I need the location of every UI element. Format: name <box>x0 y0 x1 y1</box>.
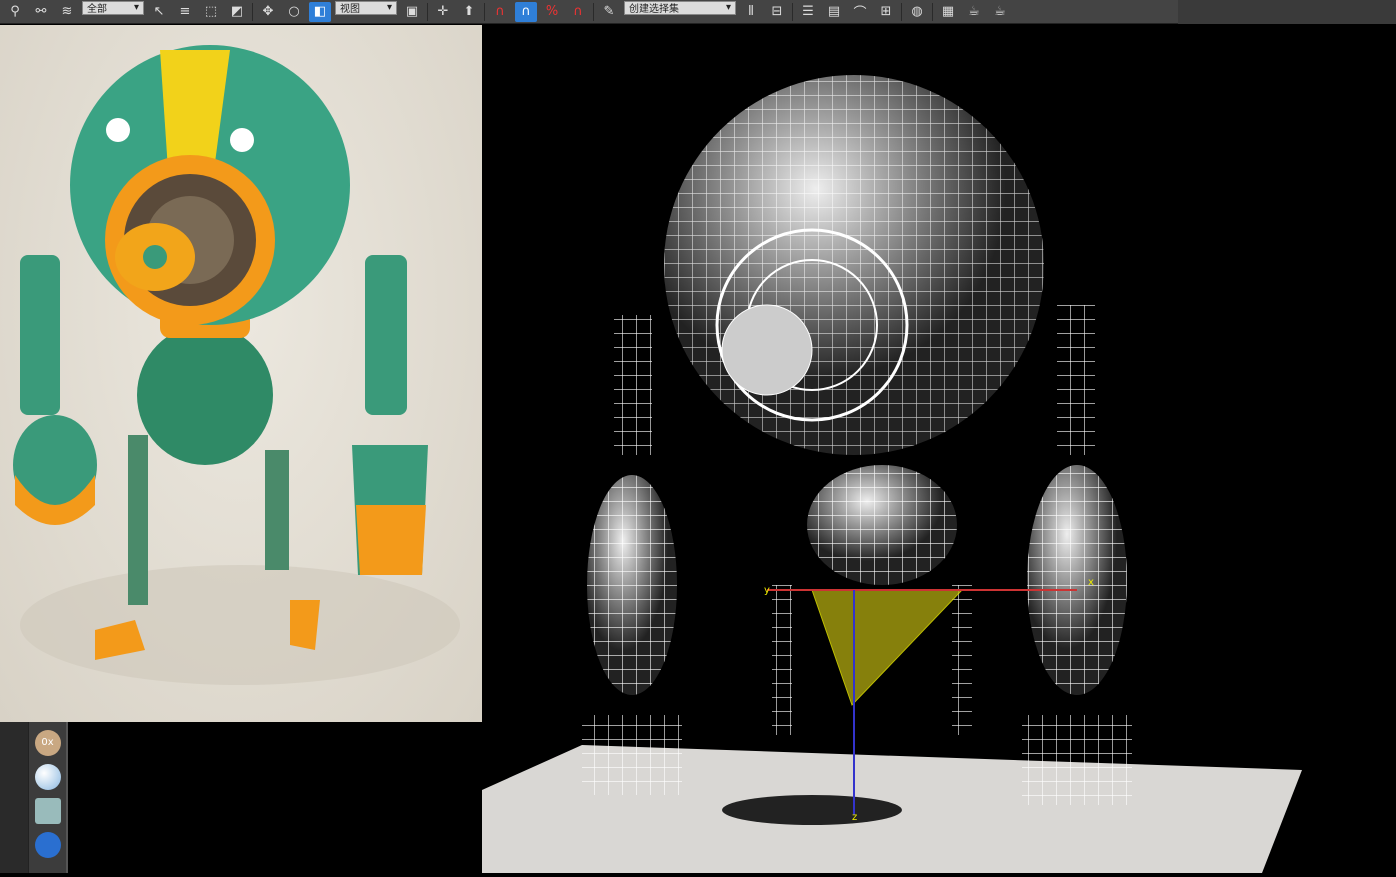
scene-explorer-icon[interactable]: ▤ <box>823 2 845 22</box>
scale-icon[interactable]: ◧ <box>309 1 331 22</box>
link-icon[interactable]: ⚲ <box>4 2 26 22</box>
curve-editor-icon[interactable]: ⌒ <box>849 2 871 22</box>
left-panel <box>0 722 28 873</box>
toolbar-empty-area <box>1178 0 1396 24</box>
divider <box>901 2 902 21</box>
align-icon[interactable]: ⊟ <box>766 2 788 22</box>
side-tool-panel: 0x <box>28 722 68 873</box>
main-toolbar: ⚲ ⚯ ≋ 全部 ▾ ↖ ≡ ⬚ ◩ ✥ ○ ◧ 视图 ▾ ▣ ✛ ⬆ ∩ ∩ % … <box>0 0 1178 24</box>
rendered-frame-icon[interactable]: ☕ <box>963 2 985 22</box>
unlink-icon[interactable]: ⚯ <box>30 2 52 22</box>
divider <box>427 2 428 21</box>
move-icon[interactable]: ✥ <box>257 2 279 22</box>
snap-3-icon[interactable]: ∩ <box>489 2 511 22</box>
spinner-snap-icon[interactable]: ∩ <box>567 2 589 22</box>
named-selection-dropdown[interactable]: 创建选择集 ▾ <box>624 0 736 15</box>
rotate-icon[interactable]: ○ <box>283 2 305 22</box>
render-icon[interactable]: ☕ <box>989 2 1011 22</box>
select-icon[interactable]: ↖ <box>148 2 170 22</box>
pivot-icon[interactable]: ▣ <box>401 2 423 22</box>
named-selection-value: 创建选择集 <box>629 4 679 15</box>
rect-select-icon[interactable]: ⬚ <box>200 2 222 22</box>
chevron-down-icon: ▾ <box>386 2 392 13</box>
percent-snap-icon[interactable]: % <box>541 2 563 22</box>
bind-spacewarp-icon[interactable]: ≋ <box>56 2 78 22</box>
divider <box>593 2 594 21</box>
keyboard-shortcut-icon[interactable]: ⬆ <box>458 2 480 22</box>
sphere-preview-icon[interactable] <box>34 764 61 790</box>
reference-coord-value: 视图 <box>340 4 360 15</box>
angle-snap-icon[interactable]: ∩ <box>515 1 537 22</box>
schematic-view-icon[interactable]: ⊞ <box>875 2 897 22</box>
head <box>664 75 1044 455</box>
divider <box>792 2 793 21</box>
axis-z-label: z <box>852 812 857 823</box>
render-setup-icon[interactable]: ▦ <box>937 2 959 22</box>
mirror-icon[interactable]: ⫴ <box>740 2 762 22</box>
robot-render <box>13 45 460 685</box>
divider <box>252 2 253 21</box>
layer-icon[interactable]: ☰ <box>797 2 819 22</box>
perspective-viewport[interactable]: y x z <box>382 25 1396 873</box>
axis-x-label: x <box>1088 577 1094 588</box>
edit-named-sets-icon[interactable]: ✎ <box>598 2 620 22</box>
axis-y-label: y <box>764 585 770 596</box>
selection-filter-dropdown[interactable]: 全部 ▾ <box>82 0 144 15</box>
material-ball-icon[interactable]: 0x <box>34 730 61 756</box>
select-by-name-icon[interactable]: ≡ <box>174 2 196 22</box>
window-crossing-icon[interactable]: ◩ <box>226 2 248 22</box>
selection-filter-value: 全部 <box>87 4 107 15</box>
map-icon[interactable] <box>34 798 61 824</box>
reference-coord-dropdown[interactable]: 视图 ▾ <box>335 0 397 15</box>
chevron-down-icon: ▾ <box>725 2 731 13</box>
chevron-down-icon: ▾ <box>133 2 139 13</box>
material-editor-icon[interactable]: ◍ <box>906 2 928 22</box>
blue-sphere-icon[interactable] <box>34 832 61 858</box>
wireframe-robot: y x z <box>382 75 1302 873</box>
material-label: 0x <box>41 737 54 748</box>
divider <box>932 2 933 21</box>
reference-render-image <box>0 25 482 722</box>
divider <box>484 2 485 21</box>
manipulate-icon[interactable]: ✛ <box>432 2 454 22</box>
